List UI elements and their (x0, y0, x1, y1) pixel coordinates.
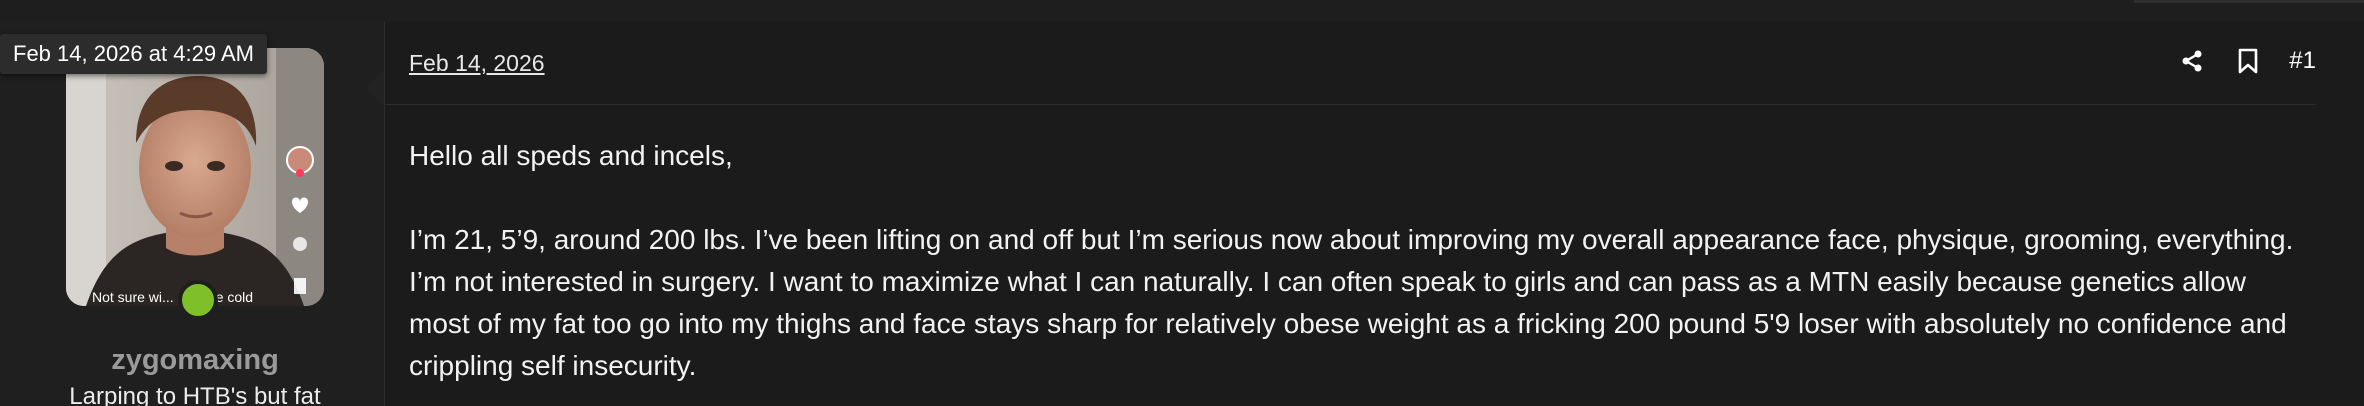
online-status-indicator (178, 280, 218, 320)
post-message: Feb 14, 2026 #1 Hello all speds and ince… (384, 22, 2364, 406)
username[interactable]: zygomaxing (0, 344, 390, 377)
post-header: Feb 14, 2026 #1 (384, 22, 2316, 105)
avatar-image: Not sure wi... a stone cold (66, 48, 324, 306)
avatar-caption: Not sure wi... a stone cold (92, 289, 253, 305)
timestamp-tooltip: Feb 14, 2026 at 4:29 AM (0, 34, 267, 74)
post-paragraph: I’m 21, 5’9, around 200 lbs. I’ve been l… (409, 224, 2294, 381)
top-strip-accent (2134, 0, 2364, 3)
top-strip (0, 0, 2364, 22)
post-number-link[interactable]: #1 (2289, 47, 2316, 75)
bookmark-icon[interactable] (2233, 46, 2263, 76)
share-icon[interactable] (2177, 46, 2207, 76)
user-title: Larping to HTB's but fat (69, 383, 321, 406)
post-body: Hello all speds and incels, I’m 21, 5’9,… (409, 135, 2299, 387)
forum-page: Not sure wi... a stone cold zygomaxing L… (0, 0, 2364, 406)
post-actions: #1 (2151, 46, 2316, 76)
post-greeting: Hello all speds and incels, (409, 140, 733, 171)
post-date-link[interactable]: Feb 14, 2026 (409, 50, 545, 77)
message-arrow (366, 70, 384, 106)
user-sidebar: Not sure wi... a stone cold zygomaxing L… (0, 22, 385, 406)
avatar[interactable]: Not sure wi... a stone cold (66, 48, 324, 306)
